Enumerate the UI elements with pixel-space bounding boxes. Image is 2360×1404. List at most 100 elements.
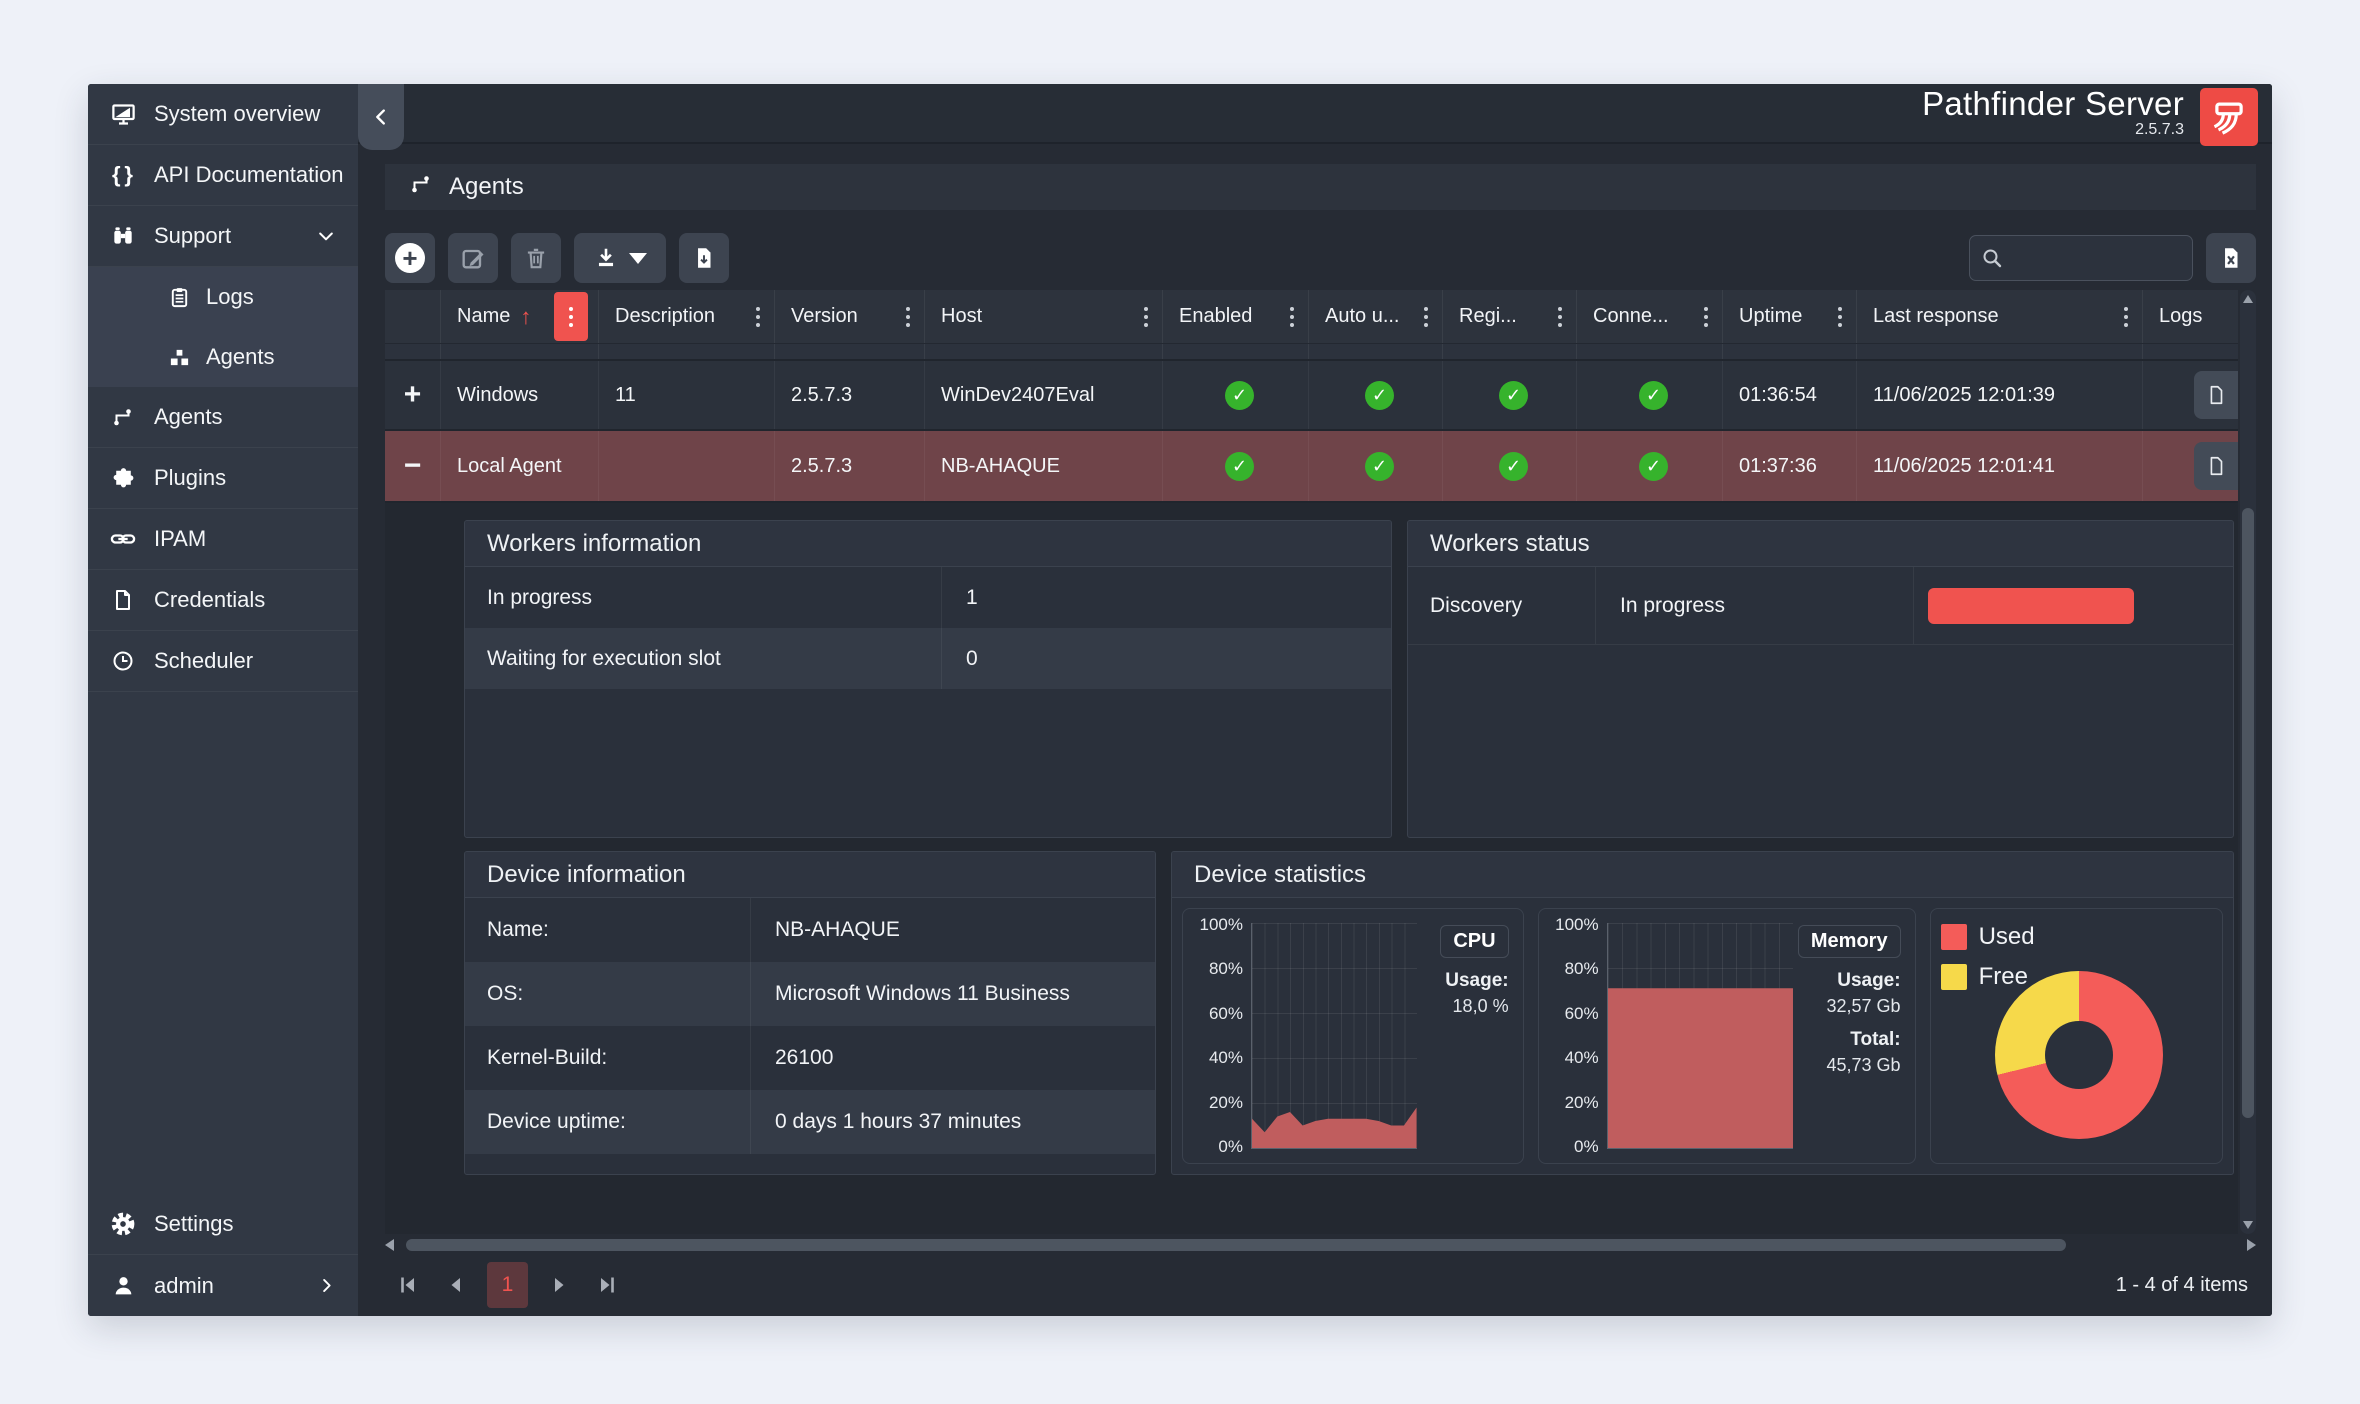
search-icon xyxy=(1980,246,2004,270)
cell-registered: ✓ xyxy=(1443,431,1577,501)
workers-status-panel: Workers status Discovery In progress xyxy=(1407,520,2234,838)
sidebar-item-scheduler[interactable]: Scheduler xyxy=(88,631,358,692)
export-excel-button[interactable] xyxy=(2206,233,2256,283)
sidebar-support-submenu: Logs Agents xyxy=(88,267,358,387)
sidebar-item-plugins[interactable]: Plugins xyxy=(88,448,358,509)
page-content: Agents + xyxy=(358,144,2272,1316)
scroll-up-arrow-icon[interactable] xyxy=(2243,295,2253,303)
download-icon xyxy=(593,245,619,271)
sidebar-item-label: Support xyxy=(154,223,231,249)
sidebar-item-label: System overview xyxy=(154,101,320,127)
delete-button[interactable] xyxy=(511,233,561,283)
pagination-bar: 1 1 - 4 of 4 items xyxy=(385,1254,2256,1316)
braces-icon: { } xyxy=(108,162,138,188)
worker-progress-bar[interactable] xyxy=(1928,588,2134,624)
sidebar-item-label: Agents xyxy=(154,404,223,430)
column-menu-icon[interactable] xyxy=(750,301,766,333)
column-menu-icon[interactable] xyxy=(1284,301,1300,333)
sidebar-item-logs[interactable]: Logs xyxy=(88,267,358,327)
scroll-right-arrow-icon[interactable] xyxy=(2247,1239,2256,1251)
edit-button[interactable] xyxy=(448,233,498,283)
sidebar-item-label: Agents xyxy=(206,344,275,370)
sidebar-item-admin[interactable]: admin xyxy=(88,1255,358,1316)
table-row-selected[interactable]: − Local Agent 2.5.7.3 NB-AHAQUE ✓ ✓ ✓ ✓ … xyxy=(385,429,2238,501)
scroll-down-arrow-icon[interactable] xyxy=(2243,1221,2253,1229)
column-menu-icon[interactable] xyxy=(1138,301,1154,333)
vertical-scrollbar-thumb[interactable] xyxy=(2242,508,2254,1118)
column-header-connected[interactable]: Conne... xyxy=(1577,290,1723,343)
sidebar-item-system-overview[interactable]: System overview xyxy=(88,84,358,145)
sort-ascending-icon: ↑ xyxy=(520,304,531,330)
table-row[interactable]: + Windows 11 2.5.7.3 WinDev2407Eval ✓ ✓ … xyxy=(385,359,2238,429)
column-header-enabled[interactable]: Enabled xyxy=(1163,290,1309,343)
cell-last-response: 11/06/2025 12:01:41 xyxy=(1857,431,2143,501)
memory-donut-chart xyxy=(1995,971,2163,1139)
sidebar-item-ipam[interactable]: IPAM xyxy=(88,509,358,570)
cell-description xyxy=(599,431,775,501)
cell-enabled: ✓ xyxy=(1163,361,1309,429)
download-split-button[interactable] xyxy=(574,233,666,283)
column-menu-icon[interactable] xyxy=(1832,301,1848,333)
page-title: Agents xyxy=(449,173,524,201)
column-header-registered[interactable]: Regi... xyxy=(1443,290,1577,343)
cpu-area-chart xyxy=(1251,923,1417,1149)
last-page-button[interactable] xyxy=(590,1268,624,1302)
search-input[interactable] xyxy=(2012,247,2182,269)
export-report-button[interactable] xyxy=(679,233,729,283)
sidebar-item-credentials[interactable]: Credentials xyxy=(88,570,358,631)
row-logs-button[interactable] xyxy=(2194,371,2238,419)
column-menu-icon[interactable] xyxy=(900,301,916,333)
check-circle-icon: ✓ xyxy=(1365,452,1394,481)
row-detail-area: Workers information In progress 1 Waitin… xyxy=(385,501,2238,1234)
sidebar-collapse-button[interactable] xyxy=(358,84,404,150)
sidebar-item-settings[interactable]: Settings xyxy=(88,1194,358,1255)
cell-auto-update: ✓ xyxy=(1309,361,1443,429)
collapse-row-button[interactable]: − xyxy=(385,431,441,501)
horizontal-scrollbar-thumb[interactable] xyxy=(406,1239,2066,1251)
document-icon xyxy=(108,588,138,612)
sidebar-item-agents[interactable]: Agents xyxy=(88,387,358,448)
chevron-down-icon xyxy=(316,226,336,246)
column-menu-icon[interactable] xyxy=(1552,301,1568,333)
column-header-host[interactable]: Host xyxy=(925,290,1163,343)
column-header-name[interactable]: Name ↑ xyxy=(441,290,599,343)
column-menu-icon[interactable] xyxy=(1418,301,1434,333)
vertical-scrollbar[interactable] xyxy=(2240,290,2256,1234)
horizontal-scrollbar[interactable] xyxy=(385,1238,2256,1252)
column-header-auto-update[interactable]: Auto u... xyxy=(1309,290,1443,343)
expand-row-button[interactable]: + xyxy=(385,361,441,429)
page-number-button[interactable]: 1 xyxy=(487,1262,528,1308)
column-header-logs[interactable]: Logs xyxy=(2143,290,2238,343)
first-page-button[interactable] xyxy=(391,1268,425,1302)
items-count-label: 1 - 4 of 4 items xyxy=(2116,1274,2248,1297)
column-menu-icon[interactable] xyxy=(2118,301,2134,333)
agents-group-icon xyxy=(166,346,192,369)
column-menu-icon[interactable] xyxy=(1698,301,1714,333)
sidebar-item-support[interactable]: Support xyxy=(88,206,358,267)
agent-node-icon xyxy=(409,172,433,203)
add-agent-button[interactable]: + xyxy=(385,233,435,283)
column-header-description[interactable]: Description xyxy=(599,290,775,343)
sidebar-item-agents-support[interactable]: Agents xyxy=(88,327,358,387)
page-titlebar: Agents xyxy=(385,164,2256,210)
sidebar-item-api-documentation[interactable]: { } API Documentation xyxy=(88,145,358,206)
search-box xyxy=(1969,235,2193,281)
column-header-uptime[interactable]: Uptime xyxy=(1723,290,1857,343)
row-logs-button[interactable] xyxy=(2194,442,2238,490)
next-page-button[interactable] xyxy=(542,1268,576,1302)
scroll-left-arrow-icon[interactable] xyxy=(385,1239,394,1251)
cell-host: NB-AHAQUE xyxy=(925,431,1163,501)
column-header-version[interactable]: Version xyxy=(775,290,925,343)
sidebar-item-label: admin xyxy=(154,1273,214,1299)
caret-down-icon xyxy=(629,253,647,264)
cell-name: Local Agent xyxy=(441,431,599,501)
cell-logs xyxy=(2143,431,2238,501)
document-icon xyxy=(2205,454,2227,478)
column-header-last-response[interactable]: Last response xyxy=(1857,290,2143,343)
cell-name: Windows xyxy=(441,361,599,429)
horizontal-scrollbar-track[interactable] xyxy=(398,1239,2243,1251)
check-circle-icon: ✓ xyxy=(1639,381,1668,410)
previous-page-button[interactable] xyxy=(439,1268,473,1302)
info-row: Kernel-Build: 26100 xyxy=(465,1026,1155,1090)
column-menu-name-icon[interactable] xyxy=(554,292,588,341)
